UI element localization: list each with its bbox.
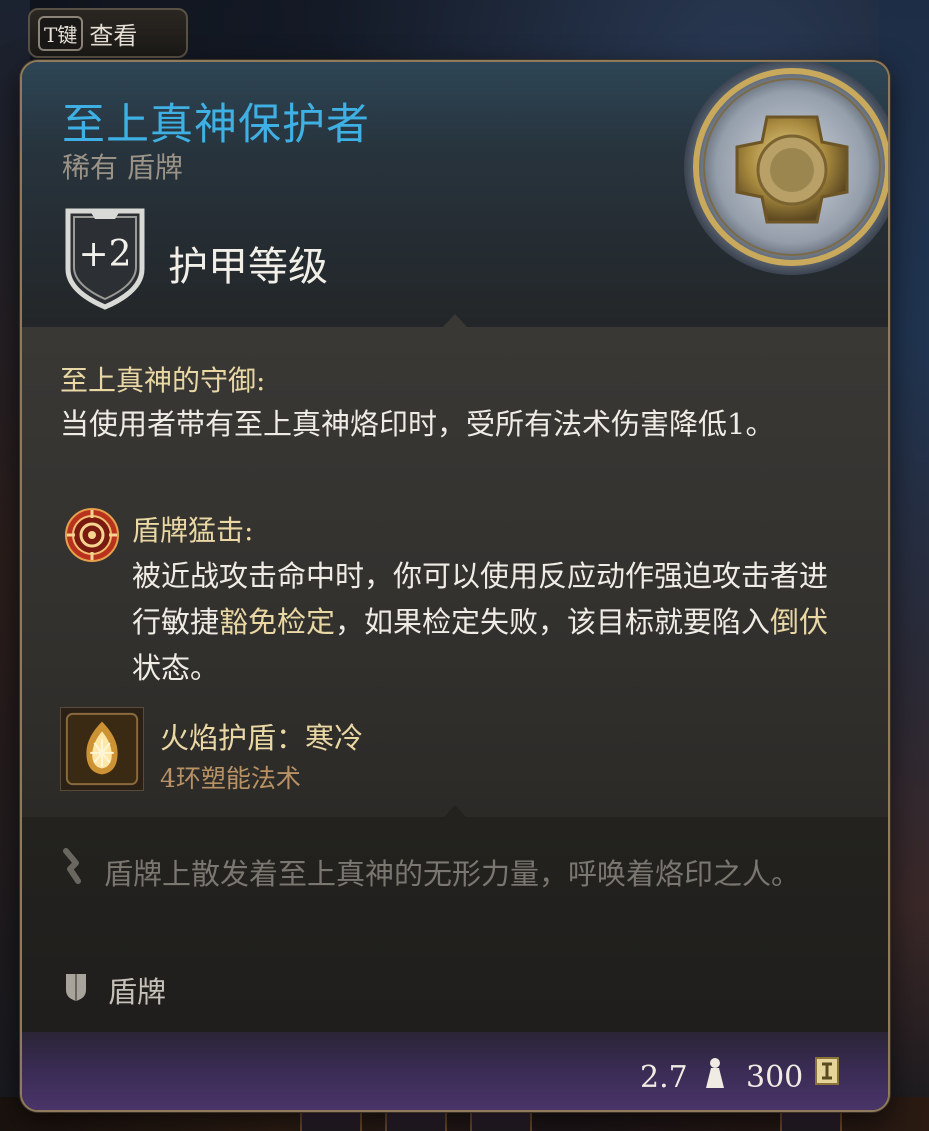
armor-class-label: 护甲等级 [168,244,328,290]
action-desc-text: 状态。 [132,651,220,685]
passive-description: 当使用者带有至上真神烙印时，受所有法术伤害降低1。 [60,407,775,441]
keyword-prone[interactable]: 倒伏 [770,605,828,639]
spell-level: 4环塑能法术 [160,764,301,793]
tooltip-header: 至上真神保护者 稀有 盾牌 +2 护甲等级 [22,62,888,328]
weight-icon [706,1058,724,1088]
item-name: 至上真神保护者 [62,100,370,150]
spell-name: 火焰护盾：寒冷 [160,721,364,755]
tooltip-footer: 2.7 300 [22,1032,888,1110]
keyword-saving-throw[interactable]: 豁免检定 [219,605,335,639]
shield-bash-icon [65,508,119,562]
shield-type-icon [66,974,86,1001]
item-tooltip: 至上真神保护者 稀有 盾牌 +2 护甲等级 至上真神的守御: 当使用者带有至上真… [20,60,890,1112]
action-description: 被近战攻击命中时，你可以使用反应动作强迫攻击者进行敏捷豁免检定，如果检定失败，该… [132,553,852,691]
lore-text: 盾牌上散发着至上真神的无形力量，呼唤着烙印之人。 [104,857,801,891]
item-type-label: 盾牌 [108,975,167,1009]
view-label: 查看 [89,21,138,50]
armor-class-value: +2 [78,234,132,275]
key-badge: T键 [38,15,84,51]
action-desc-text: ，如果检定失败，该目标就要陷入 [335,605,771,639]
price-value: 300 [746,1060,804,1095]
view-hint[interactable]: T键 查看 [28,8,188,58]
item-rarity-type: 稀有 盾牌 [62,151,183,184]
lore-section: 盾牌上散发着至上真神的无形力量，呼唤着烙印之人。 盾牌 [22,817,888,1032]
fire-shield-icon[interactable] [60,707,144,791]
quote-icon [63,848,81,884]
item-properties: 至上真神的守御: 当使用者带有至上真神烙印时，受所有法术伤害降低1。 盾牌猛击:… [22,327,888,819]
divider-notch [442,314,468,328]
weight-value: 2.7 [640,1060,688,1095]
action-title: 盾牌猛击: [132,514,254,547]
passive-title: 至上真神的守御: [60,364,266,397]
gold-coin-icon [815,1057,839,1085]
shield-item-icon [684,62,888,275]
